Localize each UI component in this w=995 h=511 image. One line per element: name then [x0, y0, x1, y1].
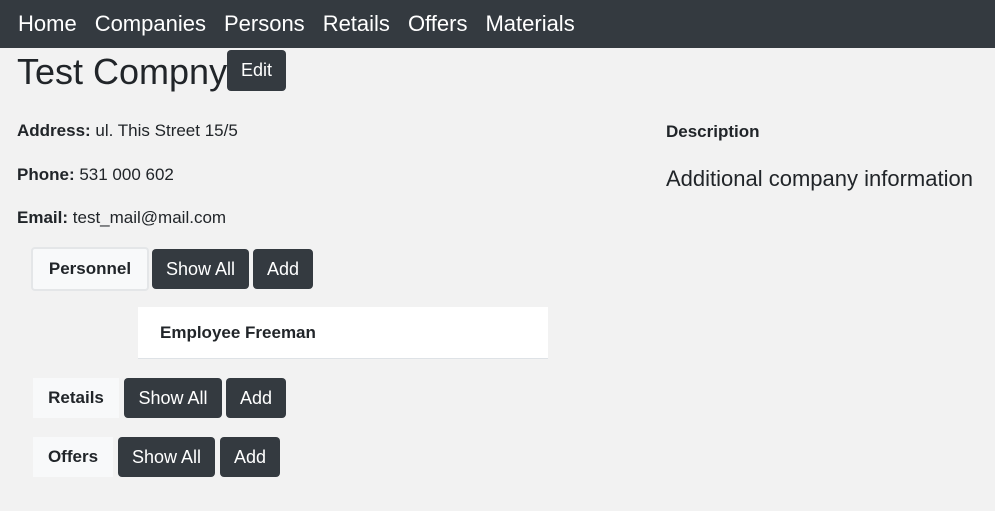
- offers-show-all-button[interactable]: Show All: [118, 437, 215, 477]
- address-label: Address:: [17, 121, 91, 140]
- address-value: ul. This Street 15/5: [95, 121, 238, 140]
- email-value: test_mail@mail.com: [72, 208, 227, 227]
- nav-persons[interactable]: Persons: [224, 13, 305, 35]
- personnel-add-button[interactable]: Add: [253, 249, 313, 289]
- edit-button[interactable]: Edit: [227, 50, 286, 91]
- nav-companies[interactable]: Companies: [95, 13, 206, 35]
- retails-show-all-button[interactable]: Show All: [124, 378, 222, 418]
- description-text: Additional company information: [666, 166, 973, 191]
- personnel-show-all-button[interactable]: Show All: [152, 249, 249, 289]
- phone-value: 531 000 602: [79, 165, 174, 184]
- personnel-section-toggle[interactable]: Personnel: [31, 247, 149, 291]
- retails-add-button[interactable]: Add: [226, 378, 286, 418]
- email-line: Email: test_mail@mail.com: [17, 209, 226, 226]
- company-title: Test Compny: [17, 51, 228, 92]
- personnel-list-item[interactable]: Employee Freeman: [138, 307, 548, 359]
- nav-offers[interactable]: Offers: [408, 13, 468, 35]
- nav-home[interactable]: Home: [18, 13, 77, 35]
- offers-section-toggle[interactable]: Offers: [33, 437, 113, 477]
- description-heading: Description: [666, 122, 760, 141]
- phone-line: Phone: 531 000 602: [17, 166, 174, 183]
- email-label: Email:: [17, 208, 69, 227]
- top-navbar: Home Companies Persons Retails Offers Ma…: [0, 0, 995, 48]
- address-line: Address: ul. This Street 15/5: [17, 122, 238, 139]
- nav-materials[interactable]: Materials: [485, 13, 574, 35]
- offers-add-button[interactable]: Add: [220, 437, 280, 477]
- retails-section-toggle[interactable]: Retails: [33, 378, 119, 418]
- phone-label: Phone:: [17, 165, 75, 184]
- nav-retails[interactable]: Retails: [323, 13, 390, 35]
